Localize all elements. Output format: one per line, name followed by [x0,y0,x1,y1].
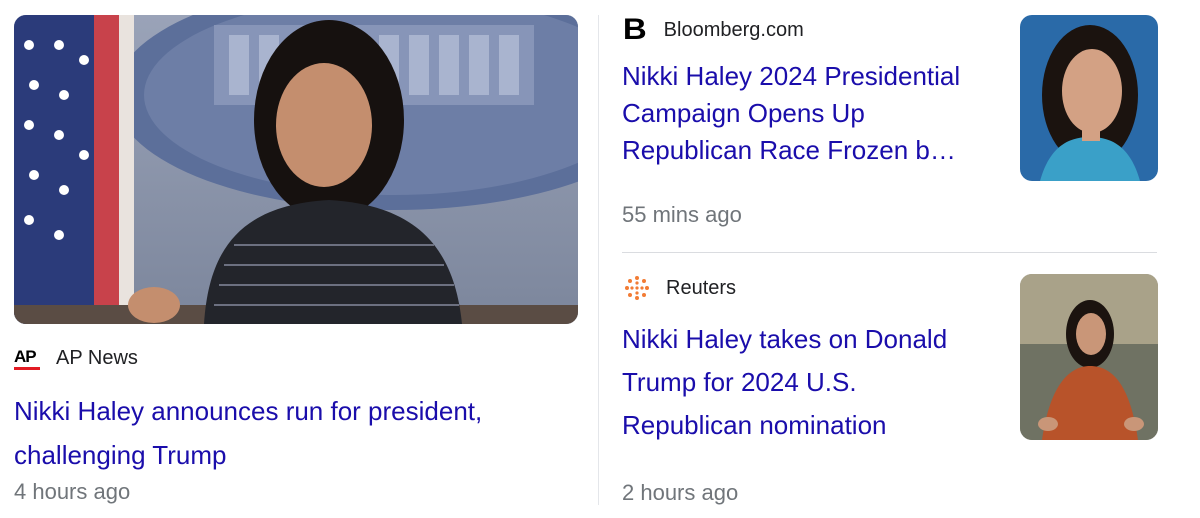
source-row-ap: AP AP News [14,347,138,370]
headline-line: Campaign Opens Up [622,98,865,128]
headline-line: Nikki Haley 2024 Presidential [622,61,961,91]
story-image-ap[interactable] [14,15,578,324]
story-thumbnail-bloomberg[interactable] [1020,15,1158,181]
story-headline-bloomberg[interactable]: Nikki Haley 2024 Presidential Campaign O… [622,58,1002,169]
headline-line: Trump for 2024 U.S. [622,367,857,397]
reuters-logo-icon [625,276,649,300]
story-headline-ap[interactable]: Nikki Haley announces run for president,… [14,389,574,477]
story-headline-reuters[interactable]: Nikki Haley takes on Donald Trump for 20… [622,318,1002,447]
headline-line: Republican nomination [622,410,887,440]
source-name: Bloomberg.com [663,18,804,41]
story-card-ap[interactable]: AP AP News Nikki Haley announces run for… [14,15,578,505]
source-row-bloomberg: B Bloomberg.com [622,13,804,46]
headline-line: Republican Race Frozen b… [622,135,956,165]
source-row-reuters: Reuters [624,275,736,301]
ap-news-logo-icon: AP [14,348,42,370]
story-time: 55 mins ago [622,202,742,227]
headline-line: Nikki Haley announces run for president, [14,396,483,426]
headline-line: Nikki Haley takes on Donald [622,324,948,354]
column-divider [598,15,599,505]
bloomberg-logo-icon: B [622,13,647,46]
story-time: 4 hours ago [14,479,131,504]
source-name: AP News [56,347,138,369]
story-divider [622,252,1157,253]
headline-line: challenging Trump [14,440,227,470]
source-name: Reuters [666,276,737,299]
story-time: 2 hours ago [622,480,739,505]
story-thumbnail-reuters[interactable] [1020,274,1158,440]
